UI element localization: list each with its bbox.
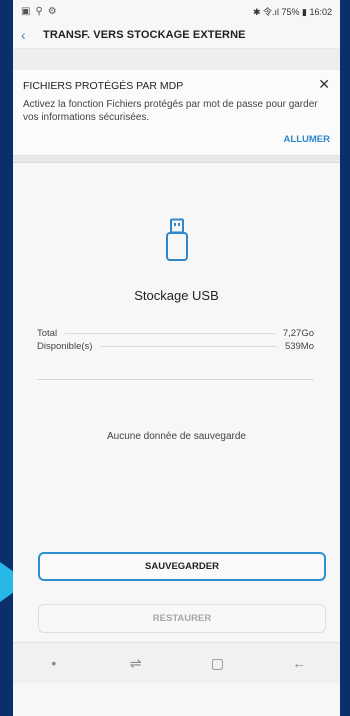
image-icon: ▣	[21, 5, 31, 17]
dotted-line	[100, 346, 277, 347]
card-title: FICHIERS PROTÉGÉS PAR MDP	[23, 80, 184, 92]
divider	[37, 379, 314, 380]
network-icon: ⚙	[47, 5, 57, 17]
status-bar: ▣ ⚲ ⚙ ✱ 令.ıl 75% ▮ 16:02	[13, 0, 340, 22]
usb-drive-icon	[13, 218, 340, 262]
save-button[interactable]: SAUVEGARDER	[38, 552, 326, 581]
total-row: Total 7,27Go	[37, 328, 314, 339]
back-icon[interactable]: ←	[279, 655, 319, 671]
app-bar: ‹ TRANSF. VERS STOCKAGE EXTERNE	[13, 22, 340, 49]
password-protected-files-card: FICHIERS PROTÉGÉS PAR MDP ✕ Activez la f…	[13, 69, 340, 156]
back-arrow-icon[interactable]: ‹	[21, 27, 43, 43]
available-value: 539Mo	[284, 341, 314, 352]
status-left-icons: ▣ ⚲ ⚙	[21, 6, 57, 17]
recent-apps-icon[interactable]: ⇌	[116, 655, 156, 672]
available-label: Disponible(s)	[37, 341, 93, 352]
phone-screen: ▣ ⚲ ⚙ ✱ 令.ıl 75% ▮ 16:02 ‹ TRANSF. VERS …	[13, 0, 340, 716]
turn-on-button[interactable]: ALLUMER	[23, 134, 330, 145]
no-backup-message: Aucune donnée de sauvegarde	[106, 431, 246, 442]
storage-panel: Stockage USB Total 7,27Go Disponible(s) …	[13, 163, 340, 683]
status-text: ✱ 令.ıl 75% ▮ 16:02	[252, 6, 332, 17]
total-label: Total	[37, 328, 58, 339]
restore-button[interactable]: RESTAURER	[38, 604, 326, 633]
section-separator	[13, 156, 340, 163]
system-navbar: • ⇌ ▢ ←	[13, 642, 340, 683]
dot-icon[interactable]: •	[34, 655, 74, 671]
page-title: TRANSF. VERS STOCKAGE EXTERNE	[43, 29, 246, 41]
home-icon[interactable]: ▢	[197, 655, 237, 672]
storage-title: Stockage USB	[134, 288, 219, 303]
status-right: ✱ 令.ıl 75% ▮ 16:02	[253, 5, 332, 18]
dotted-line	[65, 333, 275, 334]
usb-icon: ⚲	[35, 5, 43, 17]
close-icon[interactable]: ✕	[318, 77, 330, 91]
card-description: Activez la fonction Fichiers protégés pa…	[23, 99, 318, 123]
spacer	[13, 49, 340, 69]
available-row: Disponible(s) 539Mo	[37, 341, 314, 352]
total-value: 7,27Go	[282, 328, 314, 339]
